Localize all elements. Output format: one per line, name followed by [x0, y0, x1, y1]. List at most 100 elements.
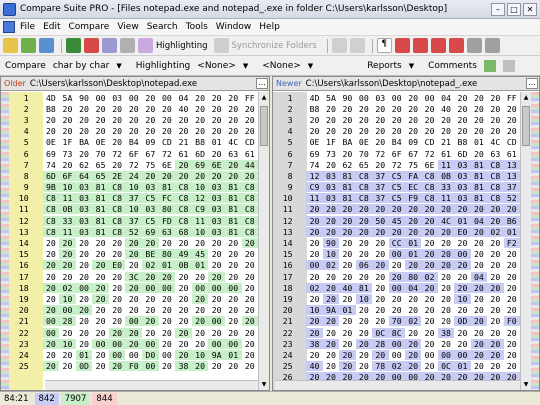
hex-byte[interactable]: 20 — [339, 349, 356, 360]
hex-byte[interactable]: 72 — [372, 149, 388, 159]
hex-byte[interactable]: 20 — [241, 316, 258, 327]
hex-byte[interactable]: C8 — [241, 215, 258, 226]
hex-byte[interactable]: 81 — [224, 226, 242, 237]
hex-byte[interactable]: 20 — [355, 338, 373, 349]
hex-byte[interactable]: C8 — [241, 193, 258, 204]
hex-byte[interactable]: 81 — [339, 193, 356, 204]
hex-byte[interactable]: E0 — [108, 260, 126, 271]
hex-byte[interactable]: 40 — [339, 282, 356, 293]
hex-byte[interactable]: B4 — [125, 137, 142, 147]
hex-byte[interactable]: C8 — [108, 193, 126, 204]
hex-byte[interactable]: 20 — [339, 226, 356, 237]
hex-byte[interactable]: 20 — [158, 170, 176, 181]
hex-byte[interactable]: 81 — [224, 182, 242, 193]
hex-byte[interactable]: C8 — [108, 182, 126, 193]
hex-byte[interactable]: 03 — [322, 182, 340, 193]
hex-byte[interactable]: 20 — [192, 339, 209, 349]
hex-byte[interactable]: 20 — [356, 316, 372, 326]
hex-byte[interactable]: 52 — [503, 193, 520, 204]
hex-byte[interactable]: 90 — [76, 93, 93, 103]
hex-byte[interactable]: 20 — [471, 249, 487, 259]
hex-byte[interactable]: 20 — [109, 238, 126, 248]
hex-byte[interactable]: 01 — [208, 137, 225, 147]
hex-byte[interactable]: 1F — [59, 137, 76, 147]
hex-byte[interactable]: 65 — [356, 160, 372, 170]
hex-byte[interactable]: 20 — [306, 327, 323, 338]
hex-byte[interactable]: 20 — [470, 204, 488, 215]
hex-byte[interactable]: 03 — [75, 182, 93, 193]
hex-byte[interactable]: F9 — [404, 193, 422, 204]
hex-byte[interactable]: 20 — [109, 294, 126, 304]
hex-byte[interactable]: 20 — [339, 238, 355, 248]
hex-byte[interactable]: 00 — [389, 350, 405, 360]
hex-byte[interactable]: 20 — [225, 316, 242, 326]
hex-byte[interactable]: 20 — [405, 305, 421, 315]
hex-byte[interactable]: 11 — [59, 193, 76, 204]
hex-byte[interactable]: 6F — [125, 149, 142, 159]
hex-byte[interactable]: 00 — [388, 282, 405, 293]
hex-byte[interactable]: 00 — [437, 349, 455, 360]
hex-byte[interactable]: 20 — [192, 328, 209, 338]
hex-byte[interactable]: 20 — [242, 283, 258, 293]
hex-byte[interactable]: 20 — [125, 260, 142, 270]
hex-byte[interactable]: 70 — [388, 316, 405, 327]
hex-byte[interactable]: 20 — [76, 115, 93, 125]
hex-byte[interactable]: 20 — [142, 294, 159, 304]
menu-window[interactable]: Window — [216, 22, 252, 32]
hex-byte[interactable]: 6D — [42, 170, 60, 181]
menu-edit[interactable]: Edit — [43, 22, 60, 32]
hex-byte[interactable]: 20 — [109, 316, 126, 326]
right-hex-lines[interactable]: 1 4D 5A 90 00 03 00 20 00 04 20 20 20 FF 2 B8 20 20 20 20 20… — [273, 92, 520, 390]
hex-byte[interactable]: 20 — [356, 104, 372, 114]
hex-byte[interactable]: 20 — [306, 294, 322, 304]
hex-byte[interactable]: 81 — [339, 170, 356, 181]
hex-byte[interactable]: 20 — [159, 115, 176, 125]
hex-byte[interactable]: FD — [158, 215, 176, 226]
hex-byte[interactable]: 1F — [323, 137, 339, 147]
hex-byte[interactable]: 20 — [421, 215, 438, 226]
scroll-down-icon[interactable]: ▼ — [259, 379, 269, 390]
hex-byte[interactable]: 20 — [323, 272, 339, 282]
hex-byte[interactable]: B8 — [306, 104, 322, 114]
hex-byte[interactable]: 20 — [225, 104, 242, 114]
menu-search[interactable]: Search — [147, 22, 178, 32]
hex-byte[interactable]: 20 — [225, 115, 242, 125]
hex-byte[interactable]: 72 — [421, 149, 437, 159]
hex-byte[interactable]: 20 — [487, 93, 503, 103]
hex-byte[interactable]: 52 — [125, 226, 143, 237]
hex-byte[interactable]: 62 — [339, 160, 355, 170]
hex-byte[interactable]: 20 — [454, 272, 470, 282]
hex-byte[interactable]: 20 — [92, 249, 109, 259]
hex-byte[interactable]: 20 — [487, 104, 503, 114]
hex-byte[interactable]: 00 — [421, 350, 437, 360]
hex-byte[interactable]: 20 — [421, 294, 437, 304]
hex-byte[interactable]: 20 — [421, 238, 437, 248]
hex-byte[interactable]: 20 — [242, 126, 258, 136]
hex-byte[interactable]: CC — [388, 238, 405, 249]
hex-byte[interactable]: 20 — [437, 260, 455, 271]
hex-byte[interactable]: 09 — [142, 137, 159, 147]
hex-byte[interactable]: 20 — [125, 305, 142, 315]
synchronize-folders-button[interactable]: Synchronize Folders — [232, 41, 317, 51]
hex-byte[interactable]: 20 — [43, 294, 60, 304]
hex-byte[interactable]: 20 — [372, 294, 388, 304]
hex-byte[interactable]: 20 — [388, 204, 405, 215]
hex-byte[interactable]: 20 — [438, 238, 454, 248]
hex-byte[interactable]: 00 — [159, 93, 176, 103]
hex-byte[interactable]: 75 — [142, 160, 159, 170]
hex-byte[interactable]: 20 — [405, 115, 421, 125]
hex-byte[interactable]: 20 — [471, 260, 487, 270]
hex-byte[interactable]: 20 — [388, 271, 405, 282]
hex-byte[interactable]: 6E — [421, 160, 437, 170]
hex-byte[interactable]: 20 — [208, 238, 225, 248]
hex-byte[interactable]: 20 — [108, 327, 126, 338]
hex-byte[interactable]: 20 — [487, 115, 503, 125]
hex-byte[interactable]: 20 — [175, 349, 192, 360]
hex-byte[interactable]: 00 — [108, 338, 126, 349]
hex-byte[interactable]: 0E — [306, 137, 322, 147]
hex-byte[interactable]: 02 — [487, 226, 504, 237]
hex-byte[interactable]: 10 — [191, 349, 209, 360]
hex-byte[interactable]: 03 — [372, 93, 388, 103]
hex-byte[interactable]: 81 — [470, 193, 488, 204]
right-vertical-scrollbar[interactable]: ▲ ▼ — [520, 92, 531, 390]
